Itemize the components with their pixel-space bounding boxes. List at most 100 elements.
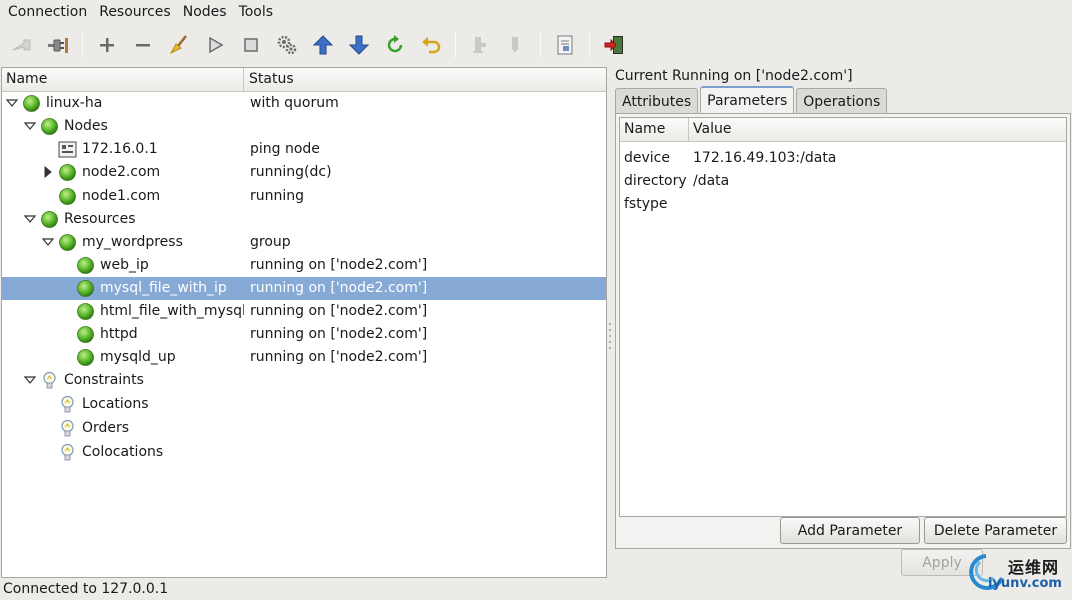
status-green-icon bbox=[41, 118, 58, 135]
parameters-table-header: Name Value bbox=[620, 118, 1066, 142]
param-name: fstype bbox=[624, 195, 668, 212]
tree-row[interactable]: Nodes bbox=[2, 115, 606, 138]
tree-node-label: node1.com bbox=[82, 188, 161, 204]
menu-resources[interactable]: Resources bbox=[93, 0, 177, 24]
connect-icon bbox=[12, 39, 31, 51]
tree-row[interactable]: Locations bbox=[2, 393, 606, 416]
add-parameter-button[interactable]: Add Parameter bbox=[780, 517, 920, 544]
tree-status-cell: with quorum bbox=[250, 95, 339, 111]
status-green-icon bbox=[59, 188, 76, 205]
expander-open-icon[interactable] bbox=[24, 120, 36, 132]
menu-tools[interactable]: Tools bbox=[233, 0, 280, 24]
cleanup-button[interactable] bbox=[161, 27, 197, 63]
tree-row[interactable]: node1.com running bbox=[2, 185, 606, 208]
tree-row[interactable]: mysql_file_with_ip running on ['node2.com… bbox=[2, 277, 606, 300]
expander-open-icon[interactable] bbox=[6, 97, 18, 109]
param-column-value[interactable]: Value bbox=[689, 118, 1066, 141]
menu-connection[interactable]: Connection bbox=[2, 0, 93, 24]
exit-button[interactable] bbox=[596, 27, 632, 63]
active-button[interactable] bbox=[498, 27, 534, 63]
connect-button[interactable] bbox=[4, 27, 40, 63]
add-button[interactable] bbox=[89, 27, 125, 63]
tree-name-cell: web_ip bbox=[2, 254, 244, 277]
tree-name-cell: httpd bbox=[2, 323, 244, 346]
tree-status-cell: running on ['node2.com'] bbox=[250, 280, 428, 296]
tree-header: Name Status bbox=[2, 68, 606, 92]
tree-name-cell: node2.com bbox=[2, 161, 244, 184]
param-column-name[interactable]: Name bbox=[620, 118, 689, 141]
tree-node-label: Locations bbox=[82, 396, 149, 412]
remove-button[interactable] bbox=[125, 27, 161, 63]
detail-title: Current Running on ['node2.com'] bbox=[615, 68, 853, 84]
tree-status-cell: running on ['node2.com'] bbox=[250, 349, 428, 365]
tree-name-cell: linux-ha bbox=[2, 92, 244, 115]
tree-row[interactable]: linux-ha with quorum bbox=[2, 92, 606, 115]
table-row[interactable]: fstype bbox=[620, 192, 1066, 215]
disconnect-button[interactable] bbox=[40, 27, 76, 63]
tree-node-label: Constraints bbox=[64, 372, 144, 388]
standby-button[interactable] bbox=[462, 27, 498, 63]
move-up-button[interactable] bbox=[305, 27, 341, 63]
tree-status-cell: running on ['node2.com'] bbox=[250, 257, 428, 273]
default-gears-icon bbox=[277, 35, 297, 55]
status-green-icon bbox=[77, 257, 94, 274]
standby-icon bbox=[473, 37, 486, 53]
undo-button[interactable] bbox=[413, 27, 449, 63]
disconnect-icon bbox=[48, 38, 68, 53]
tree-node-label: httpd bbox=[100, 326, 138, 342]
add-icon bbox=[100, 38, 114, 52]
start-button[interactable] bbox=[197, 27, 233, 63]
undo-icon bbox=[422, 37, 441, 54]
toolbar-separator bbox=[455, 32, 456, 58]
tree-node-label: linux-ha bbox=[46, 95, 103, 111]
pane-splitter[interactable] bbox=[608, 320, 612, 350]
tree-node-label: node2.com bbox=[82, 164, 161, 180]
tree-row[interactable]: 172.16.0.1 ping node bbox=[2, 138, 606, 161]
start-icon bbox=[209, 36, 224, 54]
move-down-button[interactable] bbox=[341, 27, 377, 63]
tab-operations[interactable]: Operations bbox=[796, 88, 888, 114]
tab-attributes[interactable]: Attributes bbox=[615, 88, 699, 114]
tree-row[interactable]: mysqld_up running on ['node2.com'] bbox=[2, 346, 606, 369]
tree-row[interactable]: my_wordpress group bbox=[2, 231, 606, 254]
tree-row[interactable]: Colocations bbox=[2, 441, 606, 464]
table-row[interactable]: directory /data bbox=[620, 169, 1066, 192]
status-green-icon bbox=[77, 326, 94, 343]
expander-open-icon[interactable] bbox=[24, 213, 36, 225]
tree-row[interactable]: httpd running on ['node2.com'] bbox=[2, 323, 606, 346]
status-green-icon bbox=[59, 164, 76, 181]
expander-open-icon[interactable] bbox=[24, 374, 36, 386]
tree-row[interactable]: node2.com running(dc) bbox=[2, 161, 606, 184]
expander-open-icon[interactable] bbox=[42, 236, 54, 248]
view-button[interactable] bbox=[547, 27, 583, 63]
param-value: /data bbox=[693, 172, 730, 189]
default-button[interactable] bbox=[269, 27, 305, 63]
tree-name-cell: node1.com bbox=[2, 185, 244, 208]
tree-row[interactable]: Constraints bbox=[2, 369, 606, 392]
tab-parameters[interactable]: Parameters bbox=[700, 86, 795, 115]
column-header-name[interactable]: Name bbox=[2, 68, 244, 91]
watermark-cn-text: 运维网 bbox=[1008, 558, 1060, 577]
status-green-icon bbox=[41, 211, 58, 228]
tree-status-cell: running(dc) bbox=[250, 164, 332, 180]
tree-name-cell: Constraints bbox=[2, 369, 244, 392]
tree-row[interactable]: web_ip running on ['node2.com'] bbox=[2, 254, 606, 277]
table-row[interactable]: device 172.16.49.103:/data bbox=[620, 146, 1066, 169]
constraint-bulb-icon bbox=[61, 395, 74, 413]
menu-nodes[interactable]: Nodes bbox=[177, 0, 233, 24]
stop-button[interactable] bbox=[233, 27, 269, 63]
menu-bar: Connection Resources Nodes Tools bbox=[0, 0, 1072, 24]
tree-node-label: html_file_with_mysql bbox=[100, 303, 244, 319]
status-green-icon bbox=[77, 303, 94, 320]
status-bar: Connected to 127.0.0.1 bbox=[3, 581, 169, 597]
tree-row[interactable]: Resources bbox=[2, 208, 606, 231]
tree-node-label: Colocations bbox=[82, 444, 164, 460]
tree-row[interactable]: html_file_with_mysql running on ['node2.c… bbox=[2, 300, 606, 323]
refresh-button[interactable] bbox=[377, 27, 413, 63]
expander-closed-icon[interactable] bbox=[42, 166, 54, 178]
tree-row[interactable]: Orders bbox=[2, 417, 606, 440]
column-header-status[interactable]: Status bbox=[244, 68, 606, 91]
tree-name-cell: Resources bbox=[2, 208, 244, 231]
delete-parameter-button[interactable]: Delete Parameter bbox=[924, 517, 1067, 544]
view-document-icon bbox=[557, 35, 573, 55]
